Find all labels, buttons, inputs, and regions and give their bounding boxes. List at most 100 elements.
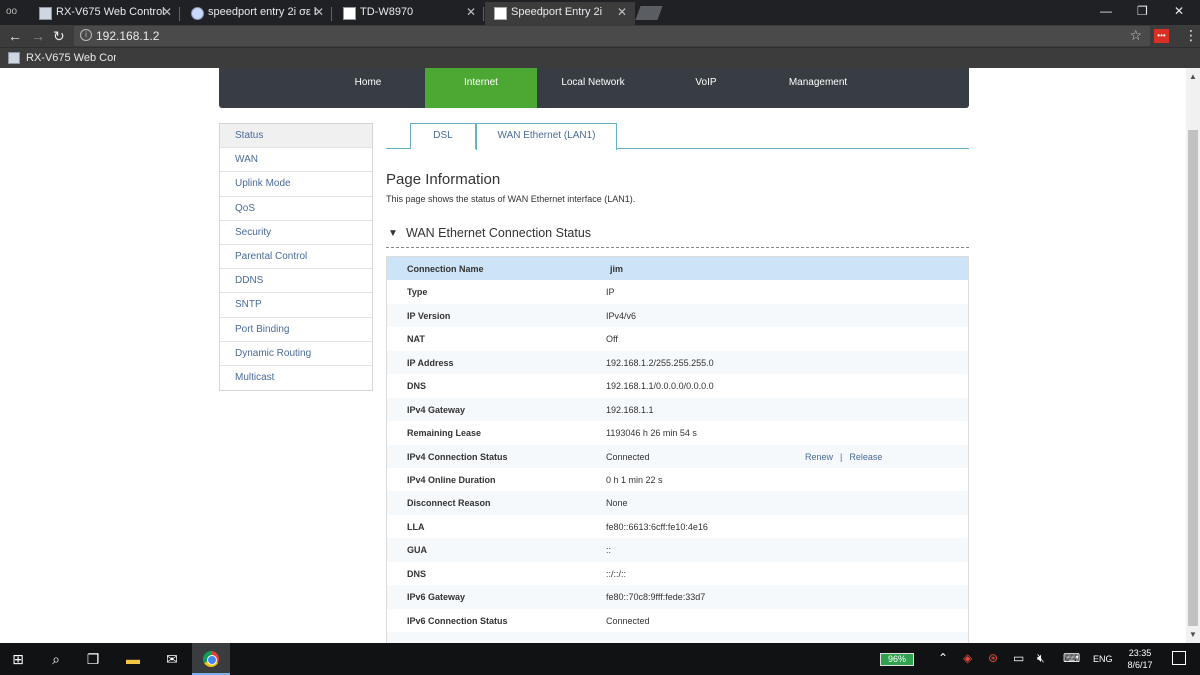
nav-internet[interactable]: Internet bbox=[425, 68, 537, 108]
section-title: WAN Ethernet Connection Status bbox=[406, 226, 592, 240]
bookmarks-bar: RX-V675 Web Contro bbox=[0, 47, 1200, 68]
clock[interactable]: 23:35 8/6/17 bbox=[1124, 647, 1156, 671]
sidebar-item-multicast[interactable]: Multicast bbox=[220, 365, 372, 391]
table-row: Type IP bbox=[387, 280, 968, 303]
tab-title: TD-W8970 bbox=[360, 6, 414, 18]
sidebar-item-ddns[interactable]: DDNS bbox=[220, 269, 372, 294]
sidebar-item-port-binding[interactable]: Port Binding bbox=[220, 317, 372, 342]
windows-start-icon[interactable]: ⊞ bbox=[9, 650, 27, 668]
extension-icon[interactable]: ••• bbox=[1154, 29, 1169, 43]
table-row: IP Address 192.168.1.2/255.255.255.0 bbox=[387, 350, 968, 375]
table-row: IPv4 Connection Status Connected Renew | R… bbox=[387, 444, 968, 468]
row-label: Type bbox=[407, 287, 428, 298]
antivirus-icon[interactable]: ◈ bbox=[963, 651, 972, 665]
sidebar-item-parental-control[interactable]: Parental Control bbox=[220, 244, 372, 270]
row-value: ::/::/:: bbox=[606, 568, 627, 579]
collapse-triangle-icon[interactable]: ▼ bbox=[388, 228, 398, 239]
bookmark-star-icon[interactable]: ☆ bbox=[1129, 27, 1142, 44]
chrome-icon[interactable] bbox=[203, 651, 219, 667]
lifebuoy-icon[interactable]: ⊛ bbox=[988, 651, 998, 665]
row-value: fe80::70c8:9fff:fede:33d7 bbox=[606, 592, 706, 603]
router-favicon-icon bbox=[343, 7, 356, 20]
browser-tab[interactable]: speedport entry 2i σε bri ✕ bbox=[182, 2, 332, 25]
back-arrow-icon[interactable]: ← bbox=[8, 28, 22, 44]
maximize-icon[interactable]: ❐ bbox=[1137, 4, 1148, 18]
page-title: Page Information bbox=[386, 171, 501, 188]
row-label: IPv4 Gateway bbox=[407, 404, 466, 415]
row-value: Off bbox=[606, 334, 618, 345]
section-header[interactable]: ▼ WAN Ethernet Connection Status bbox=[386, 226, 969, 248]
bookmark-favicon-icon bbox=[8, 52, 20, 64]
file-explorer-icon[interactable]: ▬ bbox=[124, 650, 142, 668]
browser-tab-active[interactable]: Speedport Entry 2i ✕ bbox=[485, 2, 635, 25]
close-icon[interactable]: ✕ bbox=[617, 5, 627, 19]
clock-date: 8/6/17 bbox=[1127, 660, 1153, 670]
sidebar-item-status[interactable]: Status bbox=[220, 124, 372, 149]
reload-icon[interactable]: ↻ bbox=[53, 28, 65, 44]
chevron-up-icon[interactable]: ⌃ bbox=[938, 651, 948, 665]
close-icon[interactable]: ✕ bbox=[162, 5, 172, 19]
page-scrollbar[interactable]: ▲ ▼ bbox=[1186, 68, 1200, 643]
scrollbar-thumb[interactable] bbox=[1188, 130, 1198, 626]
notification-center-icon[interactable] bbox=[1172, 651, 1186, 665]
row-value: IP bbox=[606, 287, 615, 298]
table-row: DNS ::/::/:: bbox=[387, 562, 968, 585]
sidebar-item-dynamic-routing[interactable]: Dynamic Routing bbox=[220, 341, 372, 366]
sidebar-menu: Status WAN Uplink Mode QoS Security Pare… bbox=[219, 123, 373, 392]
sidebar-item-sntp[interactable]: SNTP bbox=[220, 293, 372, 318]
scroll-up-icon[interactable]: ▲ bbox=[1189, 72, 1197, 81]
tab-wan-ethernet[interactable]: WAN Ethernet (LAN1) bbox=[476, 123, 617, 150]
row-label: NAT bbox=[407, 334, 425, 345]
tab-dsl[interactable]: DSL bbox=[410, 123, 476, 149]
tab-search-icon[interactable]: oo bbox=[6, 6, 22, 20]
nav-voip[interactable]: VoIP bbox=[650, 68, 762, 108]
release-link[interactable]: Release bbox=[849, 452, 882, 462]
sidebar-item-security[interactable]: Security bbox=[220, 220, 372, 245]
browser-tab[interactable]: RX-V675 Web Control Ce ✕ bbox=[30, 2, 180, 25]
table-row: LLA fe80::6613:6cff:fe10:4e16 bbox=[387, 515, 968, 538]
row-label: Disconnect Reason bbox=[407, 498, 491, 509]
close-icon[interactable]: ✕ bbox=[466, 5, 476, 19]
minimize-icon[interactable]: — bbox=[1100, 4, 1112, 18]
sidebar-item-wan[interactable]: WAN bbox=[220, 148, 372, 173]
table-row: Disconnect Reason None bbox=[387, 491, 968, 515]
row-label: IPv4 Connection Status bbox=[407, 451, 508, 462]
window-close-icon[interactable]: ✕ bbox=[1174, 4, 1184, 18]
url-text[interactable]: 192.168.1.2 bbox=[96, 29, 159, 43]
speaker-muted-icon[interactable]: 🔇︎ bbox=[1037, 651, 1045, 666]
scroll-down-icon[interactable]: ▼ bbox=[1189, 630, 1197, 639]
main-nav: Home Internet Local Network VoIP Managem… bbox=[219, 68, 969, 108]
forward-arrow-icon[interactable]: → bbox=[31, 28, 45, 44]
nav-local-network[interactable]: Local Network bbox=[537, 68, 649, 108]
bookmark-item[interactable]: RX-V675 Web Contro bbox=[26, 52, 116, 64]
row-label: DNS bbox=[407, 568, 427, 579]
battery-indicator[interactable]: 96% bbox=[880, 653, 914, 666]
info-icon[interactable]: i bbox=[80, 29, 92, 41]
table-row: Connection Name jim bbox=[387, 257, 968, 281]
new-tab-button[interactable] bbox=[635, 6, 663, 20]
row-value: 0 h 1 min 22 s bbox=[606, 474, 663, 485]
nav-home[interactable]: Home bbox=[312, 68, 424, 108]
page-viewport: Home Internet Local Network VoIP Managem… bbox=[0, 68, 1186, 643]
table-row: IP Version IPv4/v6 bbox=[387, 303, 968, 328]
row-value: jim bbox=[610, 264, 624, 274]
sidebar-item-qos[interactable]: QoS bbox=[220, 196, 372, 221]
tab-title: Speedport Entry 2i bbox=[511, 6, 603, 18]
table-row-partial bbox=[387, 632, 968, 643]
keyboard-icon[interactable]: ⌨ bbox=[1063, 651, 1080, 665]
network-icon[interactable]: ▭ bbox=[1013, 651, 1024, 665]
table-row: IPv6 Connection Status Connected bbox=[387, 609, 968, 632]
language-indicator[interactable]: ENG bbox=[1093, 654, 1113, 664]
browser-tab[interactable]: TD-W8970 ✕ bbox=[334, 2, 484, 25]
renew-link[interactable]: Renew bbox=[805, 452, 833, 462]
address-bar[interactable]: i 192.168.1.2 ☆ bbox=[74, 26, 1150, 46]
menu-kebab-icon[interactable]: ⋮ bbox=[1184, 27, 1198, 44]
mail-icon[interactable]: ✉ bbox=[163, 650, 181, 668]
row-value: Connected bbox=[606, 451, 650, 462]
task-view-icon[interactable]: ❐ bbox=[84, 650, 102, 668]
search-icon[interactable]: ⌕ bbox=[47, 650, 65, 668]
sidebar-item-uplink-mode[interactable]: Uplink Mode bbox=[220, 172, 372, 197]
row-label: Connection Name bbox=[407, 264, 484, 274]
nav-management[interactable]: Management bbox=[762, 68, 874, 108]
close-icon[interactable]: ✕ bbox=[314, 5, 324, 19]
